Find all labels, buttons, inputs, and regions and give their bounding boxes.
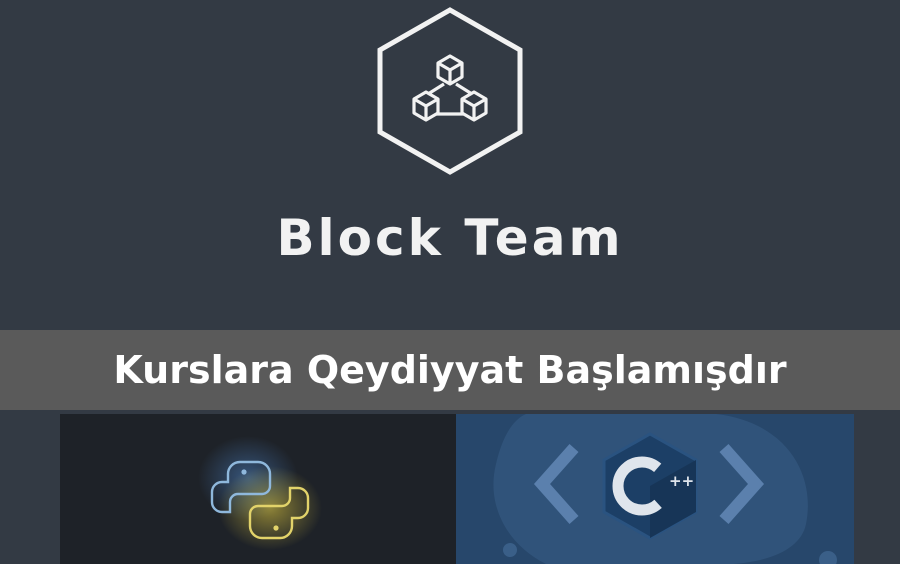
python-course-card[interactable] [60, 414, 456, 564]
hero-section: Block Team [0, 0, 900, 330]
course-cards: ++ [0, 410, 900, 564]
registration-banner: Kurslara Qeydiyyat Başlamışdır [0, 330, 900, 410]
cpp-logo-icon: ++ [493, 414, 837, 564]
python-logo-icon [198, 436, 322, 550]
cpp-plus-plus-label: ++ [669, 472, 694, 490]
hexagon-cubes-icon [377, 7, 523, 175]
brand-name: Block Team [276, 209, 624, 267]
cpp-course-card[interactable]: ++ [456, 414, 854, 564]
banner-text: Kurslara Qeydiyyat Başlamışdır [113, 348, 787, 392]
